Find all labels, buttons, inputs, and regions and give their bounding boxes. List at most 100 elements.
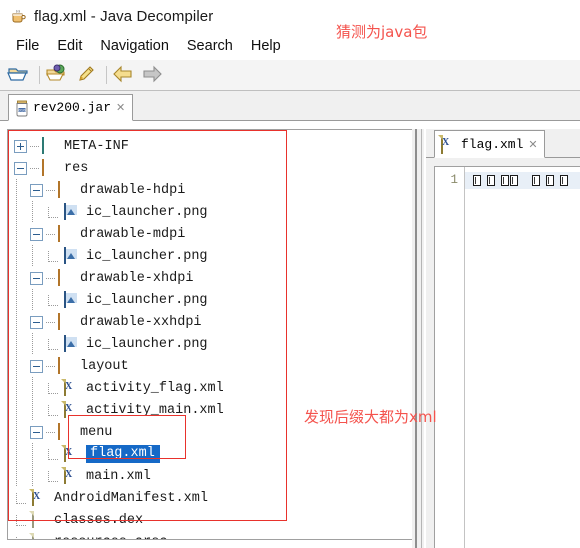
package-orange-icon bbox=[58, 313, 74, 330]
tree-connector bbox=[14, 223, 30, 245]
tree-label-selected: flag.xml bbox=[86, 445, 160, 463]
xml-file-icon: X bbox=[29, 489, 48, 506]
jar-tab-rev200[interactable]: 010 rev200.jar ✕ bbox=[8, 94, 134, 121]
tree-row-drawable-xxhdpi[interactable]: drawable-xxhdpi bbox=[14, 311, 412, 333]
tree-label: layout bbox=[80, 358, 129, 374]
tree-connector bbox=[14, 536, 30, 539]
tree-connector bbox=[46, 294, 62, 306]
tree-label: activity_flag.xml bbox=[86, 380, 224, 396]
tree-row-res[interactable]: res bbox=[14, 157, 412, 179]
tree-label: resources.arsc bbox=[54, 535, 170, 540]
tree-row-main-xml[interactable]: X main.xml bbox=[14, 465, 412, 487]
tree-connector bbox=[46, 470, 62, 482]
tree-connector bbox=[30, 167, 40, 169]
tree-label: ic_launcher.png bbox=[86, 248, 208, 264]
expander-plus-icon[interactable] bbox=[14, 139, 27, 153]
tree-row-android-manifest-xml[interactable]: X AndroidManifest.xml bbox=[14, 487, 412, 509]
tree-row-resources-arsc[interactable]: resources.arsc bbox=[14, 531, 412, 540]
editor-tab-strip: X flag.xml ✕ bbox=[426, 129, 580, 158]
tree-row-ic-launcher-xxhdpi[interactable]: ic_launcher.png bbox=[14, 333, 412, 355]
package-orange-icon bbox=[58, 357, 74, 374]
menu-item-file[interactable]: File bbox=[7, 36, 48, 56]
back-arrow-icon[interactable] bbox=[112, 63, 138, 87]
tree-connector bbox=[14, 421, 30, 443]
expander-minus-icon[interactable] bbox=[30, 315, 43, 329]
tree-connector bbox=[30, 399, 46, 421]
tree-label: ic_launcher.png bbox=[86, 336, 208, 352]
tree-connector bbox=[30, 289, 46, 311]
toolbar-separator bbox=[39, 66, 40, 84]
unrenderable-glyph-icon bbox=[501, 175, 509, 186]
tree-connector bbox=[14, 245, 30, 267]
tree-row-flag-xml[interactable]: X flag.xml bbox=[14, 443, 412, 465]
unrenderable-glyph-icon bbox=[546, 175, 554, 186]
tree-row-drawable-mdpi[interactable]: drawable-mdpi bbox=[14, 223, 412, 245]
expander-minus-icon[interactable] bbox=[30, 227, 43, 241]
tree-label: ic_launcher.png bbox=[86, 204, 208, 220]
tree-connector bbox=[46, 250, 62, 262]
jar-tab-label: rev200.jar bbox=[33, 100, 112, 115]
tree-connector bbox=[46, 206, 62, 218]
tree-label: META-INF bbox=[64, 138, 129, 154]
tree-row-drawable-hdpi[interactable]: drawable-hdpi bbox=[14, 179, 412, 201]
tree-row-activity-flag-xml[interactable]: X activity_flag.xml bbox=[14, 377, 412, 399]
java-coffee-cup-icon bbox=[8, 6, 28, 26]
save-all-icon[interactable] bbox=[73, 63, 99, 87]
expander-minus-icon[interactable] bbox=[30, 271, 43, 285]
tree-label: AndroidManifest.xml bbox=[54, 490, 208, 506]
menu-item-navigation[interactable]: Navigation bbox=[91, 36, 178, 56]
file-tree-panel[interactable]: META-INF res drawable-hdpi ic_launcher.p… bbox=[7, 129, 412, 540]
tree-connector bbox=[30, 245, 46, 267]
menu-item-search[interactable]: Search bbox=[178, 36, 242, 56]
tree-connector bbox=[30, 377, 46, 399]
tree-connector bbox=[14, 399, 30, 421]
tree-connector bbox=[14, 377, 30, 399]
expander-minus-icon[interactable] bbox=[30, 359, 43, 373]
forward-arrow-icon[interactable] bbox=[140, 63, 166, 87]
tree-row-classes-dex[interactable]: classes.dex bbox=[14, 509, 412, 531]
window-title: flag.xml - Java Decompiler bbox=[34, 7, 214, 25]
tree-row-ic-launcher-xhdpi[interactable]: ic_launcher.png bbox=[14, 289, 412, 311]
tree-connector bbox=[14, 179, 30, 201]
unrenderable-glyph-icon bbox=[487, 175, 495, 186]
main-area: META-INF res drawable-hdpi ic_launcher.p… bbox=[0, 121, 580, 548]
annotation-java-package: 猜测为java包 bbox=[336, 23, 428, 41]
open-type-icon[interactable] bbox=[45, 63, 71, 87]
tree-connector bbox=[14, 311, 30, 333]
close-icon[interactable]: ✕ bbox=[528, 139, 537, 150]
package-teal-icon bbox=[42, 137, 58, 154]
toolbar bbox=[0, 60, 580, 91]
png-image-icon bbox=[64, 203, 80, 220]
png-image-icon bbox=[64, 247, 80, 264]
close-icon[interactable]: ✕ bbox=[116, 102, 125, 113]
tree-connector bbox=[14, 514, 30, 526]
panel-splitter[interactable] bbox=[412, 129, 424, 548]
editor-tab-label: flag.xml bbox=[461, 136, 524, 152]
tree-connector bbox=[14, 355, 30, 377]
package-orange-icon bbox=[58, 181, 74, 198]
title-bar: flag.xml - Java Decompiler bbox=[0, 0, 580, 32]
tree-connector bbox=[46, 448, 62, 460]
tree-row-meta-inf[interactable]: META-INF bbox=[14, 135, 412, 157]
tree-connector bbox=[46, 365, 56, 367]
menu-item-help[interactable]: Help bbox=[242, 36, 290, 56]
xml-file-icon: X bbox=[61, 401, 80, 418]
unrenderable-glyph-icon bbox=[560, 175, 568, 186]
tree-row-drawable-xhdpi[interactable]: drawable-xhdpi bbox=[14, 267, 412, 289]
tree-connector bbox=[46, 233, 56, 235]
open-file-icon[interactable] bbox=[6, 63, 32, 87]
expander-minus-icon[interactable] bbox=[30, 183, 43, 197]
tree-row-layout[interactable]: layout bbox=[14, 355, 412, 377]
tree-label: drawable-xhdpi bbox=[80, 270, 194, 286]
tree-row-ic-launcher-mdpi[interactable]: ic_launcher.png bbox=[14, 245, 412, 267]
tree-row-ic-launcher-hdpi[interactable]: ic_launcher.png bbox=[14, 201, 412, 223]
menu-item-edit[interactable]: Edit bbox=[48, 36, 91, 56]
expander-minus-icon[interactable] bbox=[30, 425, 43, 439]
editor-body[interactable]: 1 bbox=[434, 166, 580, 548]
splitter-bar-secondary bbox=[421, 129, 422, 548]
tree-connector bbox=[46, 338, 62, 350]
tree-label: classes.dex bbox=[54, 512, 144, 528]
editor-tab-flag-xml[interactable]: X flag.xml ✕ bbox=[434, 130, 545, 158]
expander-minus-icon[interactable] bbox=[14, 161, 27, 175]
code-area[interactable] bbox=[465, 167, 580, 548]
